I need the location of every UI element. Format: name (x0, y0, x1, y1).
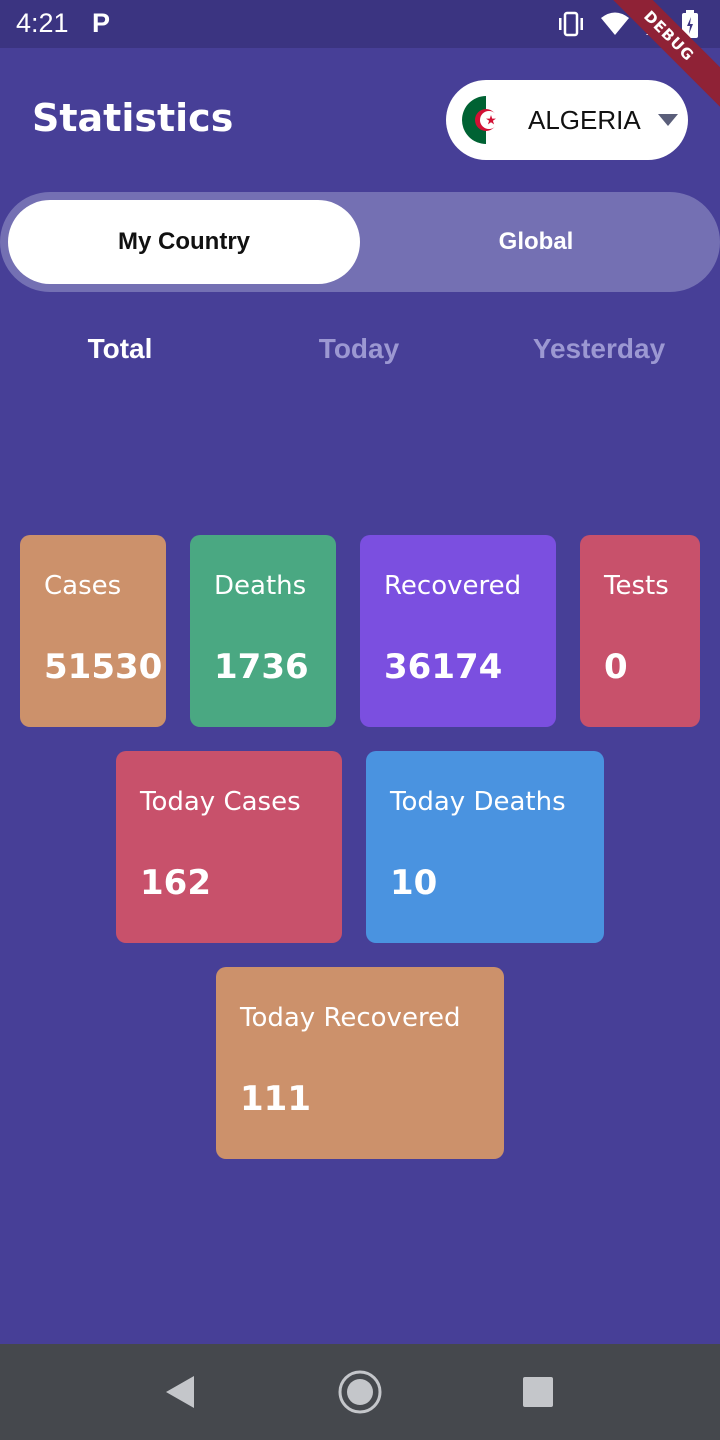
stat-value: 162 (140, 863, 211, 903)
back-icon[interactable] (164, 1374, 196, 1410)
home-icon[interactable] (336, 1368, 384, 1416)
chevron-down-icon (657, 114, 678, 126)
stat-card-today-deaths: Today Deaths 10 (366, 751, 604, 943)
page-title: Statistics (32, 96, 234, 140)
stat-card-tests: Tests 0 (580, 535, 700, 727)
stat-card-deaths: Deaths 1736 (190, 535, 336, 727)
tab-yesterday[interactable]: Yesterday (533, 333, 665, 365)
notification-p-icon: P (92, 8, 111, 38)
status-time: 4:21 (16, 8, 69, 38)
status-bar: 4:21 P (0, 0, 720, 48)
stat-value: 51530 (44, 647, 163, 687)
system-nav-bar (0, 1344, 720, 1440)
algeria-flag-icon (462, 96, 510, 144)
scope-toggle: My Country Global (0, 192, 720, 292)
stat-label: Today Recovered (240, 1003, 461, 1033)
stat-label: Today Deaths (390, 787, 566, 817)
stat-value: 111 (240, 1079, 311, 1119)
recents-icon[interactable] (522, 1376, 554, 1408)
stat-label: Deaths (214, 571, 307, 601)
stat-label: Today Cases (140, 787, 301, 817)
country-name: ALGERIA (528, 104, 641, 135)
stat-value: 0 (604, 647, 628, 687)
stat-value: 10 (390, 863, 438, 903)
tab-today[interactable]: Today (319, 333, 399, 365)
stat-card-recovered: Recovered 36174 (360, 535, 556, 727)
stat-card-cases: Cases 51530 (20, 535, 166, 727)
stat-card-today-recovered: Today Recovered 111 (216, 967, 504, 1159)
stat-card-today-cases: Today Cases 162 (116, 751, 342, 943)
stat-label: Tests (604, 571, 669, 601)
stat-label: Recovered (384, 571, 522, 601)
country-dropdown[interactable]: ALGERIA (446, 80, 688, 160)
stat-value: 1736 (214, 647, 309, 687)
tab-total[interactable]: Total (88, 333, 153, 365)
stat-value: 36174 (384, 647, 503, 687)
stat-label: Cases (44, 571, 122, 601)
toggle-my-country[interactable]: My Country (8, 200, 360, 284)
vibrate-icon (559, 11, 583, 37)
toggle-global[interactable]: Global (360, 200, 712, 284)
wifi-icon (601, 12, 629, 35)
